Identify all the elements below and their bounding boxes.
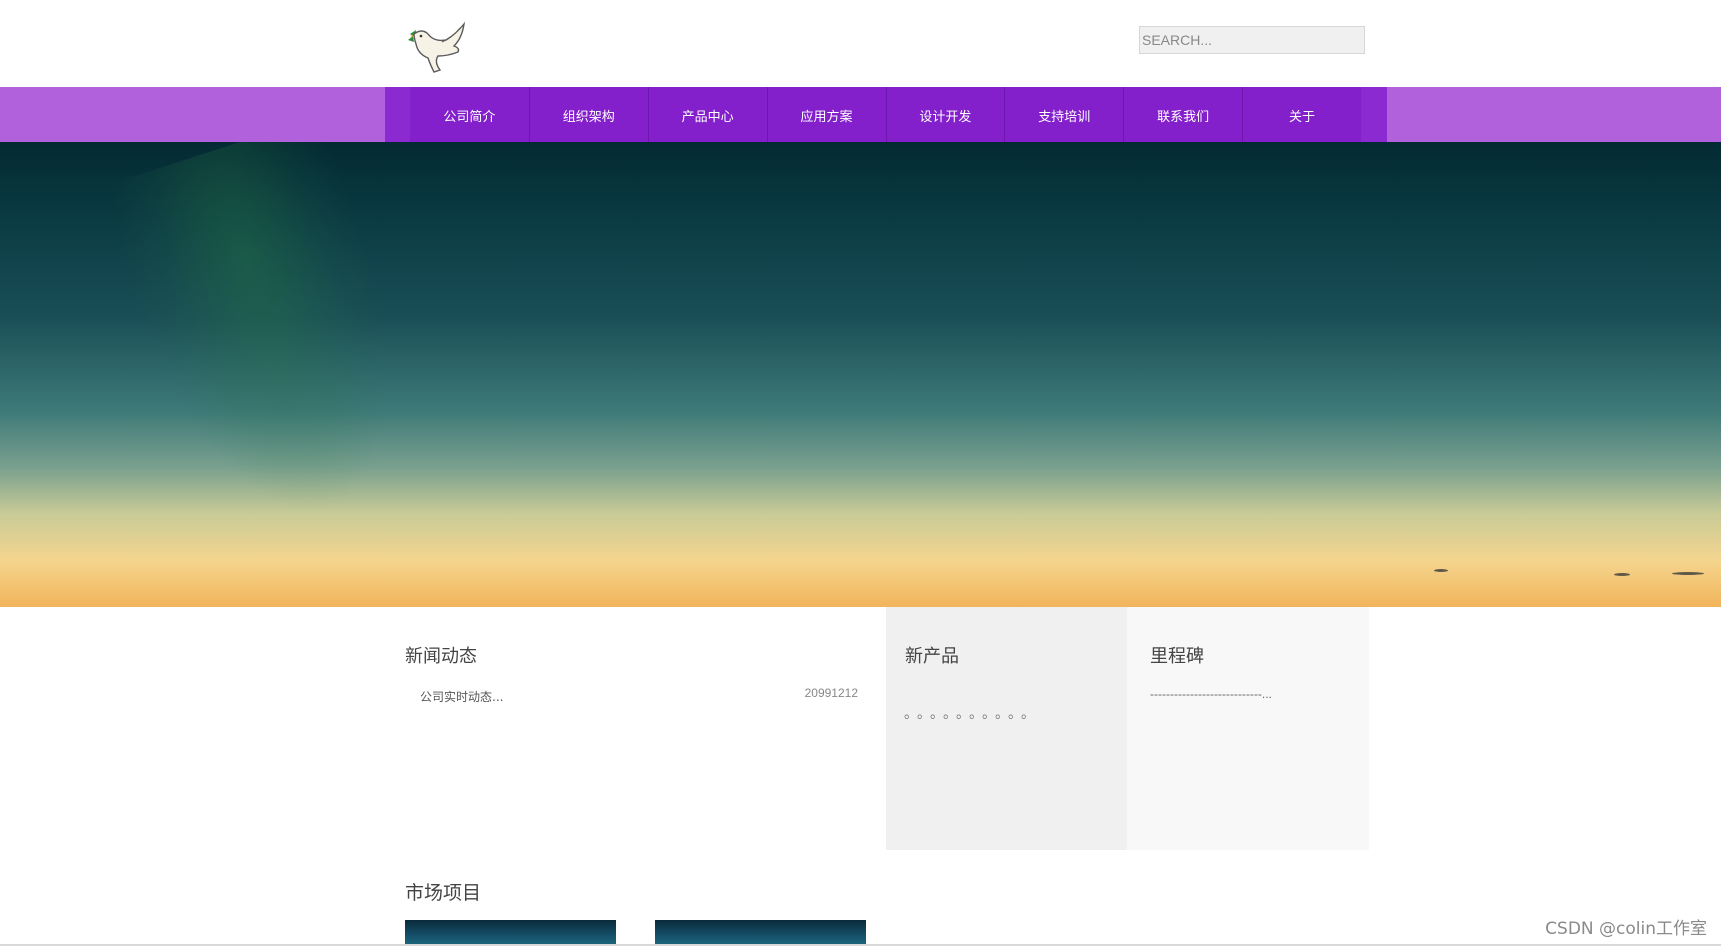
main-nav: 公司简介 组织架构 产品中心 应用方案 设计开发 支持培训 联系我们 关于 — [410, 87, 1361, 144]
nav-item-about[interactable]: 关于 — [1242, 87, 1361, 144]
nav-item-solutions[interactable]: 应用方案 — [766, 87, 886, 144]
distant-bird — [1614, 573, 1630, 576]
search-input[interactable] — [1139, 26, 1365, 54]
news-panel: 新闻动态 公司实时动态... 20991212 — [405, 607, 886, 850]
news-item-title[interactable]: 公司实时动态... — [420, 688, 503, 705]
hero-banner — [0, 142, 1721, 607]
dove-logo-icon[interactable] — [404, 20, 468, 76]
header — [0, 0, 1721, 87]
nav-item-company-intro[interactable]: 公司简介 — [410, 87, 529, 144]
distant-bird — [1672, 572, 1704, 575]
nav-item-design-dev[interactable]: 设计开发 — [885, 87, 1005, 144]
new-products-panel: 新产品 。。。。。。。。。。 — [886, 607, 1127, 850]
nav-item-contact[interactable]: 联系我们 — [1123, 87, 1242, 144]
news-item-date: 20991212 — [804, 686, 858, 700]
milestones-panel: 里程碑 ----------------------------... — [1127, 607, 1369, 850]
nav-item-organization[interactable]: 组织架构 — [528, 87, 648, 144]
csdn-watermark: CSDN @colin工作室 — [1545, 919, 1707, 939]
nav-item-product-center[interactable]: 产品中心 — [647, 87, 767, 144]
products-content: 。。。。。。。。。。 — [904, 705, 1041, 721]
market-thumbnail[interactable] — [655, 920, 866, 946]
milestones-heading: 里程碑 — [1150, 646, 1204, 667]
market-thumbnail[interactable] — [405, 920, 616, 946]
aurora-glow — [97, 142, 443, 550]
news-heading: 新闻动态 — [405, 646, 477, 667]
milestones-content: ----------------------------... — [1150, 687, 1272, 701]
products-heading: 新产品 — [905, 646, 959, 667]
market-heading: 市场项目 — [405, 882, 482, 904]
distant-bird — [1434, 569, 1448, 572]
nav-item-support-training[interactable]: 支持培训 — [1004, 87, 1123, 144]
